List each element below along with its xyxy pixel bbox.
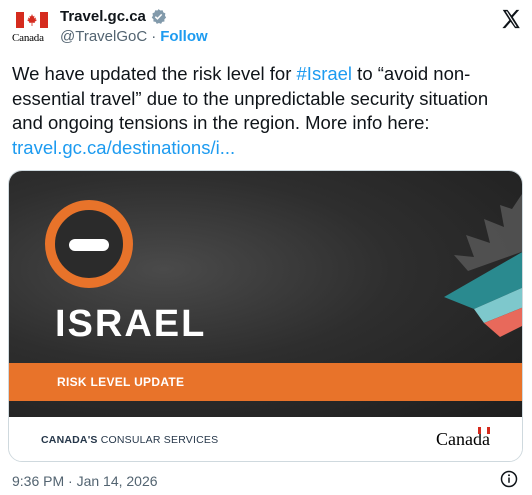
wordmark-flag-icon — [478, 427, 490, 434]
url-link[interactable]: travel.gc.ca/destinations/i... — [12, 137, 235, 158]
maple-leaf-decoration-icon — [444, 194, 522, 337]
timestamp[interactable]: 9:36 PM · Jan 14, 2026 — [12, 473, 158, 489]
canada-flag-icon — [16, 12, 48, 28]
tweet-text: We have updated the risk level for #Isra… — [12, 62, 520, 160]
x-logo-icon[interactable] — [500, 8, 522, 30]
country-title: ISRAEL — [55, 303, 207, 345]
consular-rest: CONSULAR SERVICES — [97, 434, 219, 446]
display-name[interactable]: Travel.gc.ca — [60, 8, 146, 25]
verified-badge-icon — [150, 8, 167, 25]
follow-button[interactable]: Follow — [160, 28, 208, 45]
tweet-text-part: We have updated the risk level for — [12, 63, 297, 84]
card-footer: CANADA'S CONSULAR SERVICES Canada — [9, 417, 522, 461]
account-names: Travel.gc.ca @TravelGoC · Follow — [60, 6, 208, 46]
consular-bold: CANADA'S — [41, 434, 98, 446]
hashtag-link[interactable]: #Israel — [297, 63, 353, 84]
avatar[interactable]: Canada — [12, 10, 52, 50]
tweet-header: Canada Travel.gc.ca @TravelGoC · Follow — [12, 6, 522, 48]
consular-services-label: CANADA'S CONSULAR SERVICES — [41, 434, 218, 446]
band-label: RISK LEVEL UPDATE — [57, 375, 185, 389]
handle[interactable]: @TravelGoC — [60, 28, 147, 45]
media-card[interactable]: ISRAEL RISK LEVEL UPDATE CANADA'S CONSUL… — [8, 170, 523, 462]
avatar-wordmark: Canada — [12, 32, 44, 44]
risk-level-band: RISK LEVEL UPDATE — [9, 363, 522, 401]
info-icon[interactable] — [500, 470, 518, 488]
card-image: ISRAEL RISK LEVEL UPDATE — [9, 171, 522, 417]
risk-level-icon — [45, 200, 133, 288]
separator: · — [151, 28, 157, 45]
